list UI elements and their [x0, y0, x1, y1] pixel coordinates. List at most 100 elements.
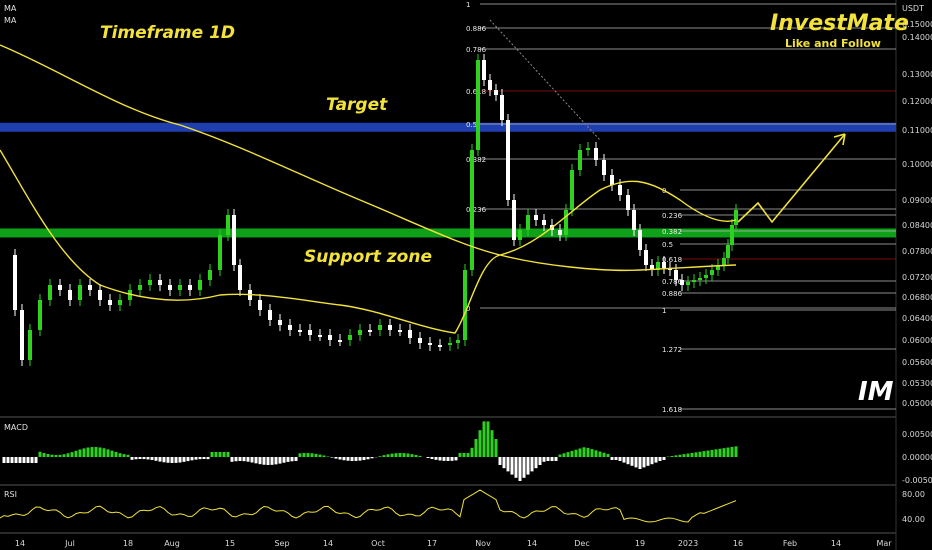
candle-body [68, 290, 72, 300]
macd-bar [690, 452, 694, 457]
macd-bar [398, 453, 402, 457]
fib2-level-label: 1 [662, 307, 666, 315]
price-tick: 0.05600 [902, 358, 932, 367]
price-tick: 0.05300 [902, 379, 932, 388]
candle-body [456, 340, 460, 343]
fib1-level-label: 0.382 [466, 156, 486, 164]
macd-bar [274, 457, 278, 465]
macd-tick: 0.00500 [902, 430, 932, 439]
time-tick: 18 [123, 539, 133, 548]
candle-body [98, 290, 102, 300]
rsi-label[interactable]: RSI [4, 490, 17, 499]
indicator-label-2[interactable]: MA [4, 16, 17, 25]
macd-bar [706, 450, 710, 457]
macd-bar [102, 448, 106, 457]
brand-logo: IM [858, 377, 894, 407]
candle-body [626, 195, 630, 210]
candle-body [618, 185, 622, 195]
candle-body [526, 215, 530, 230]
candle-body [578, 150, 582, 170]
fib2-level-label: 0.886 [662, 290, 683, 298]
macd-bar [454, 457, 458, 461]
candle-body [48, 285, 52, 300]
macd-bar [694, 452, 698, 457]
macd-layer [2, 421, 738, 481]
macd-bar [450, 457, 454, 461]
time-tick: Nov [475, 539, 491, 548]
macd-bar [558, 454, 562, 457]
macd-bar [466, 453, 470, 457]
macd-bar [166, 457, 170, 463]
candle-body [644, 250, 648, 265]
macd-bar [198, 457, 202, 460]
macd-bar [14, 457, 18, 463]
macd-bar [502, 457, 506, 469]
candle-body [558, 230, 562, 235]
macd-bar [206, 457, 210, 460]
macd-bar [346, 457, 350, 461]
candle-body [218, 235, 222, 270]
macd-bar [302, 453, 306, 457]
macd-bar [138, 457, 142, 460]
price-tick: 0.09000 [902, 196, 932, 205]
macd-bar [498, 457, 502, 465]
macd-bar [590, 449, 594, 457]
macd-bar [158, 457, 162, 462]
candle-body [226, 215, 230, 235]
macd-bar [306, 453, 310, 457]
zones-layer [0, 122, 896, 238]
macd-bar [482, 421, 486, 457]
candle-body [78, 285, 82, 300]
macd-bar [230, 457, 234, 462]
macd-bar [722, 448, 726, 457]
macd-bar [426, 457, 430, 459]
macd-bar [18, 457, 22, 463]
macd-bar [458, 453, 462, 457]
macd-bar [310, 453, 314, 457]
macd-bar [246, 457, 250, 462]
candle-body [494, 90, 498, 95]
time-tick: Oct [371, 539, 385, 548]
candle-body [506, 120, 510, 200]
macd-bar [42, 453, 46, 457]
macd-bar [598, 451, 602, 457]
candle-body [726, 245, 730, 258]
fib1-level-label: 0.5 [466, 121, 477, 129]
macd-bar [98, 447, 102, 457]
macd-bar [218, 452, 222, 457]
macd-bar [290, 457, 294, 462]
candle-body [408, 330, 412, 338]
candle-body [610, 175, 614, 185]
time-tick: 14 [527, 539, 537, 548]
macd-bar [414, 454, 418, 457]
macd-bar [402, 453, 406, 457]
candle-body [674, 270, 678, 280]
support-zone [0, 228, 896, 238]
candle-body [518, 230, 522, 240]
macd-bar [430, 457, 434, 460]
price-tick: 0.07800 [902, 247, 932, 256]
macd-bar [170, 457, 174, 463]
macd-bar [226, 452, 230, 457]
macd-bar [286, 457, 290, 462]
rsi-layer [0, 489, 737, 523]
macd-bar [478, 430, 482, 457]
macd-label[interactable]: MACD [4, 423, 28, 432]
macd-bar [86, 447, 90, 457]
macd-bar [654, 457, 658, 463]
macd-bar [714, 449, 718, 457]
macd-bar [622, 457, 626, 463]
macd-bar [406, 453, 410, 457]
macd-bar [582, 447, 586, 457]
macd-bar [318, 454, 322, 457]
price-tick: 0.13000 [902, 70, 932, 79]
candle-body [168, 285, 172, 290]
macd-bar [506, 457, 510, 472]
macd-bar [710, 449, 714, 457]
macd-bar [370, 457, 374, 459]
indicator-label-1[interactable]: MA [4, 4, 17, 13]
macd-bar [386, 454, 390, 457]
price-tick: 0.11000 [902, 126, 932, 135]
macd-bar [474, 439, 478, 457]
macd-bar [250, 457, 254, 463]
